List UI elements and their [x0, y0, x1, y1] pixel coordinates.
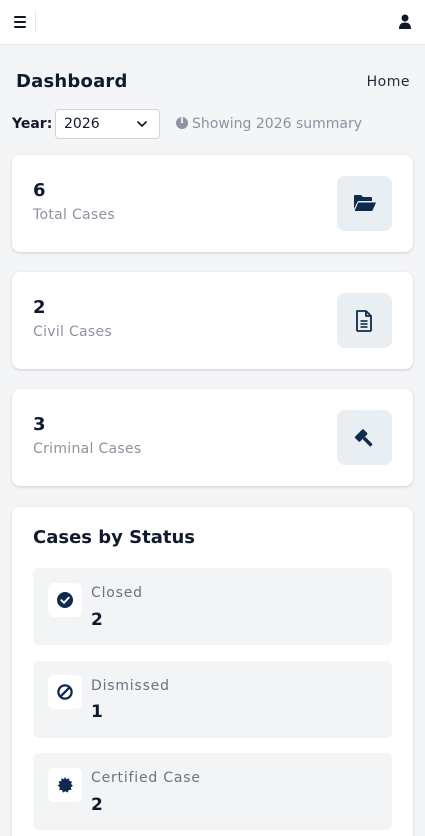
year-select-value: 2026: [64, 116, 100, 132]
stat-value: 6: [33, 180, 46, 201]
cases-by-status-panel: Cases by Status Closed 2 Dismissed 1 Cer…: [12, 507, 413, 836]
menu-icon[interactable]: [14, 16, 28, 28]
chevron-down-icon: [137, 121, 147, 127]
status-item-closed[interactable]: Closed 2: [33, 568, 392, 645]
status-icon-box: [48, 675, 82, 709]
stat-label: Criminal Cases: [33, 441, 142, 457]
stat-label: Civil Cases: [33, 324, 113, 340]
status-value: 1: [91, 702, 103, 722]
year-filter: Year: 2026 Showing 2026 summary: [12, 109, 412, 139]
stat-card-total-cases[interactable]: 6 Total Cases: [12, 155, 413, 252]
stat-icon-box: [337, 410, 392, 465]
gavel-icon: [354, 429, 373, 447]
stat-label: Total Cases: [33, 207, 116, 223]
document-icon: [356, 310, 372, 332]
status-value: 2: [91, 610, 103, 630]
status-label: Closed: [91, 585, 143, 601]
ban-icon: [57, 684, 73, 700]
stat-value: 3: [33, 414, 46, 435]
main-content: Dashboard Home Year: 2026 Showing 2026 s…: [0, 57, 425, 836]
status-label: Certified Case: [91, 770, 201, 786]
year-hint-text: Showing 2026 summary: [192, 116, 363, 132]
status-icon-box: [48, 768, 82, 802]
year-hint: Showing 2026 summary: [176, 116, 362, 132]
page-header: Dashboard Home: [16, 71, 410, 95]
navbar-divider: [35, 11, 36, 33]
stat-value: 2: [33, 297, 46, 318]
status-label: Dismissed: [91, 678, 170, 694]
breadcrumb-home[interactable]: Home: [367, 74, 410, 90]
status-icon-box: [48, 583, 82, 617]
folder-open-icon: [354, 195, 376, 211]
stat-icon-box: [337, 293, 392, 348]
section-title: Cases by Status: [33, 527, 195, 548]
year-label: Year:: [12, 116, 53, 132]
certificate-icon: [57, 777, 73, 793]
status-item-dismissed[interactable]: Dismissed 1: [33, 661, 392, 738]
status-item-certified-case[interactable]: Certified Case 2: [33, 753, 392, 830]
user-icon[interactable]: [399, 14, 411, 29]
check-circle-icon: [57, 592, 73, 608]
stat-icon-box: [337, 176, 392, 231]
info-icon: [176, 116, 188, 129]
page-title: Dashboard: [16, 71, 128, 92]
year-select[interactable]: 2026: [55, 109, 160, 139]
stat-card-criminal-cases[interactable]: 3 Criminal Cases: [12, 389, 413, 486]
stat-card-civil-cases[interactable]: 2 Civil Cases: [12, 272, 413, 369]
top-navbar: [0, 0, 425, 45]
status-value: 2: [91, 795, 103, 815]
